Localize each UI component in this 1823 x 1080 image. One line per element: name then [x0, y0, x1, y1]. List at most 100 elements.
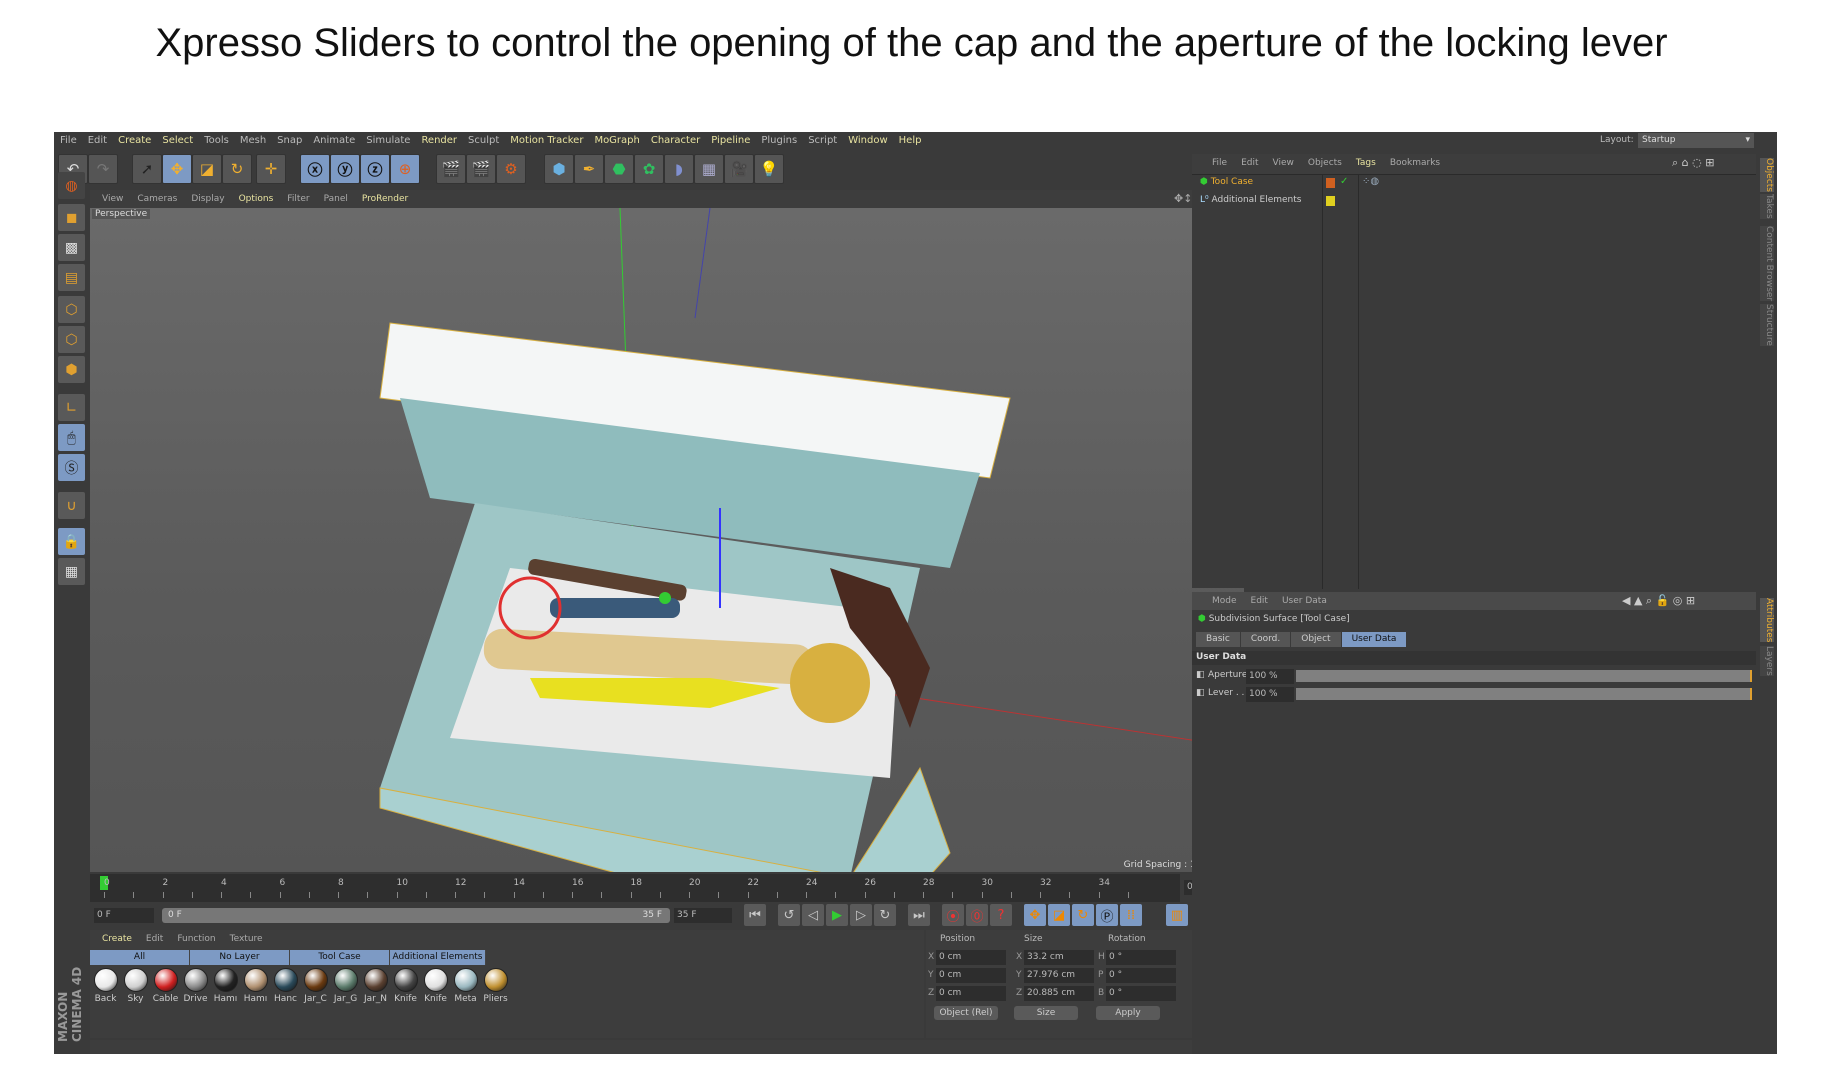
material-menu-texture[interactable]: Texture	[230, 934, 263, 944]
object-menu-tags[interactable]: Tags	[1356, 158, 1376, 168]
param-slider[interactable]	[1296, 688, 1752, 700]
play-button[interactable]: ▶	[826, 904, 848, 926]
object-row-tool-case[interactable]: ⬢ Tool Case	[1200, 177, 1253, 187]
material-item[interactable]: Knife	[422, 968, 449, 1004]
key-parameter-button[interactable]: Ⓟ	[1096, 904, 1118, 926]
attribute-tab-object[interactable]: Object	[1291, 632, 1341, 647]
side-tab-structure[interactable]: Structure	[1760, 304, 1774, 346]
coordinate-system-button[interactable]: ⊕	[390, 154, 420, 184]
material-item[interactable]: Hamı	[242, 968, 269, 1004]
side-tab-content-browser[interactable]: Content Browser	[1760, 226, 1774, 302]
animate-icon[interactable]: ◧	[1196, 688, 1205, 698]
scale-button[interactable]: ◪	[192, 154, 222, 184]
viewport-menu-panel[interactable]: Panel	[324, 194, 348, 204]
pen-button[interactable]: ✒	[574, 154, 604, 184]
material-menu-edit[interactable]: Edit	[146, 934, 163, 944]
coord-field[interactable]: 0 °	[1106, 986, 1176, 1001]
rotate-button[interactable]: ↻	[222, 154, 252, 184]
object-row-additional-elements[interactable]: L⁰ Additional Elements	[1200, 195, 1301, 205]
points-mode-button[interactable]: ⬡	[58, 296, 85, 323]
menu-select[interactable]: Select	[162, 135, 193, 146]
object-menu-view[interactable]: View	[1273, 158, 1294, 168]
move-button[interactable]: ✥	[162, 154, 192, 184]
viewport-menu-options[interactable]: Options	[239, 194, 274, 204]
render-picture-viewer-button[interactable]: 🎬	[466, 154, 496, 184]
object-menu-objects[interactable]: Objects	[1308, 158, 1342, 168]
attribute-menu-mode[interactable]: Mode	[1212, 596, 1237, 606]
floor-button[interactable]: ▦	[694, 154, 724, 184]
axis-mode-button[interactable]: ∟	[58, 394, 85, 421]
light-button[interactable]: 💡	[754, 154, 784, 184]
attribute-tab-basic[interactable]: Basic	[1196, 632, 1240, 647]
layout-select[interactable]: Startup ▾	[1638, 133, 1754, 148]
attribute-tab-userdata[interactable]: User Data	[1341, 632, 1407, 647]
layer-tab[interactable]: No Layer	[190, 950, 290, 965]
material-menu-create[interactable]: Create	[102, 934, 132, 944]
material-item[interactable]: Jar_C	[302, 968, 329, 1004]
material-item[interactable]: Back	[92, 968, 119, 1004]
menu-pipeline[interactable]: Pipeline	[711, 135, 750, 146]
camera-button[interactable]: 🎥	[724, 154, 754, 184]
object-menu-file[interactable]: File	[1212, 158, 1227, 168]
key-position-button[interactable]: ✥	[1024, 904, 1046, 926]
cube-button[interactable]: ⬢	[544, 154, 574, 184]
make-editable-button[interactable]: ◼	[58, 204, 85, 231]
key-scale-button[interactable]: ◪	[1048, 904, 1070, 926]
edges-mode-button[interactable]: ⬡	[58, 326, 85, 353]
autokey-button[interactable]: ⓪	[966, 904, 988, 926]
menu-plugins[interactable]: Plugins	[761, 135, 797, 146]
menu-mesh[interactable]: Mesh	[240, 135, 266, 146]
material-item[interactable]: Jar_G	[332, 968, 359, 1004]
z-axis-button[interactable]: ⓩ	[360, 154, 390, 184]
x-axis-button[interactable]: ⓧ	[300, 154, 330, 184]
param-slider[interactable]	[1296, 670, 1752, 682]
attribute-tab-coord[interactable]: Coord.	[1240, 632, 1291, 647]
go-end-button[interactable]: ⏭	[908, 904, 930, 926]
attribute-menu-edit[interactable]: Edit	[1251, 596, 1268, 606]
side-tab-attributes[interactable]: Attributes	[1760, 598, 1774, 643]
material-tag-icon[interactable]: ⁘◍	[1362, 176, 1379, 187]
menu-animate[interactable]: Animate	[313, 135, 355, 146]
key-pla-button[interactable]: ⁞⁞	[1120, 904, 1142, 926]
animate-icon[interactable]: ◧	[1196, 670, 1205, 680]
viewport-menu-cameras[interactable]: Cameras	[137, 194, 177, 204]
keyframe-selection-button[interactable]: ?	[990, 904, 1012, 926]
go-start-button[interactable]: ⏮	[744, 904, 766, 926]
menu-window[interactable]: Window	[848, 135, 887, 146]
workplane-button[interactable]: ▤	[58, 264, 85, 291]
prev-frame-button[interactable]: ◁	[802, 904, 824, 926]
menu-create[interactable]: Create	[118, 135, 151, 146]
tweak-mode-button[interactable]: 🖱	[58, 424, 85, 451]
start-frame-field[interactable]: 0 F	[94, 908, 154, 923]
viewport-menu-view[interactable]: View	[102, 194, 123, 204]
menu-tools[interactable]: Tools	[204, 135, 229, 146]
material-menu-function[interactable]: Function	[177, 934, 215, 944]
menu-sculpt[interactable]: Sculpt	[468, 135, 499, 146]
attribute-menu-user-data[interactable]: User Data	[1282, 596, 1327, 606]
snap-button[interactable]: Ⓢ	[58, 454, 85, 481]
material-item[interactable]: Hamı	[212, 968, 239, 1004]
coord-field[interactable]: 0 °	[1106, 968, 1176, 983]
menu-help[interactable]: Help	[899, 135, 922, 146]
record-button[interactable]: ⦿	[942, 904, 964, 926]
render-settings-button[interactable]: ⚙	[496, 154, 526, 184]
coord-field[interactable]: 0 cm	[936, 950, 1006, 965]
object-manager-icons[interactable]: ⌕ ⌂ ◌ ⊞	[1672, 156, 1714, 170]
coord-field[interactable]: 33.2 cm	[1024, 950, 1094, 965]
magnet-button[interactable]: ∪	[58, 492, 85, 519]
range-slider[interactable]: 0 F 35 F	[162, 908, 670, 923]
timeline-ruler[interactable]: 0 2 4 6 8 10 12 14 16 18 20 22 24 26 28 30 32 34	[90, 874, 1180, 902]
coord-field[interactable]: 20.885 cm	[1024, 986, 1094, 1001]
material-item[interactable]: Hanc	[272, 968, 299, 1004]
material-item[interactable]: Drive	[182, 968, 209, 1004]
checkmark-icon[interactable]: ✓	[1340, 176, 1348, 187]
viewport-menu-prorender[interactable]: ProRender	[362, 194, 408, 204]
lock-workplane-button[interactable]: 🔒	[58, 528, 85, 555]
deformer-button[interactable]: ◗	[664, 154, 694, 184]
object-menu-edit[interactable]: Edit	[1241, 158, 1258, 168]
coord-field[interactable]: 0 cm	[936, 968, 1006, 983]
side-tab-layers[interactable]: Layers	[1760, 646, 1774, 676]
key-rotation-button[interactable]: ↻	[1072, 904, 1094, 926]
mode-button[interactable]: Object (Rel)	[934, 1006, 998, 1020]
timeline-window-button[interactable]: ▥	[1166, 904, 1188, 926]
